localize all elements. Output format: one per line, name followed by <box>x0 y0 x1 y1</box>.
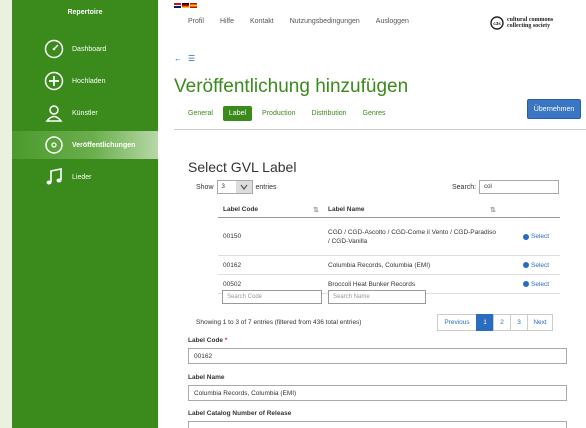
search-input[interactable]: col <box>479 180 560 194</box>
logo-line2: collecting society <box>507 23 551 29</box>
tab-label[interactable]: Label <box>222 106 253 121</box>
tab-bar: General Label Production Distribution Ge… <box>182 106 396 121</box>
divider <box>174 129 586 130</box>
cell-code: 00150 <box>223 233 242 240</box>
plus-circle-icon <box>44 71 64 91</box>
flag-es-icon[interactable] <box>190 3 197 8</box>
list-icon[interactable]: ☰ <box>188 54 195 63</box>
select-link[interactable]: Select <box>523 281 549 288</box>
nav-logout-link[interactable]: Ausloggen <box>376 18 409 25</box>
pager-page-3[interactable]: 3 <box>510 314 528 331</box>
cell-code: 00502 <box>223 280 242 288</box>
label-name-input[interactable]: Columbia Records, Columbia (EMI) <box>188 385 567 401</box>
back-toolbar: ← ☰ <box>174 54 195 63</box>
column-header-name[interactable]: Label Name <box>328 205 498 214</box>
page-title: Veröffentlichung hinzufügen <box>174 76 409 97</box>
sidebar-title: Repertoire <box>67 9 103 16</box>
show-entries: Show 3 entries <box>196 180 277 194</box>
table-row[interactable]: 00150 CGD / CGD-Ascolto / CGD-Come il Ve… <box>218 218 560 256</box>
nav-profile-link[interactable]: Profil <box>188 18 204 25</box>
search-label: Search: <box>452 183 477 191</box>
nav-contact-link[interactable]: Kontakt <box>250 18 274 25</box>
pagination: Previous 1 2 3 Next <box>437 314 553 331</box>
cell-name: Columbia Records, Columbia (EMI) <box>328 261 431 269</box>
catalog-number-label: Label Catalog Number of Release <box>188 410 292 417</box>
sidebar-item-upload[interactable]: Hochladen <box>12 67 158 95</box>
search-code-input[interactable]: Search Code <box>222 290 322 304</box>
tab-distribution[interactable]: Distribution <box>306 106 353 121</box>
back-arrow-icon[interactable]: ← <box>174 54 182 63</box>
tab-production[interactable]: Production <box>256 106 301 121</box>
label-code-input[interactable]: 00162 <box>188 348 567 364</box>
table-row[interactable]: 00162 Columbia Records, Columbia (EMI) S… <box>218 256 560 275</box>
pager-previous[interactable]: Previous <box>437 314 477 331</box>
sort-icon[interactable]: ⇅ <box>313 206 319 214</box>
logo: c3s cultural commons collecting society <box>490 16 553 30</box>
entries-label: entries <box>255 183 277 191</box>
section-title: Select GVL Label <box>188 159 297 175</box>
chevron-down-icon <box>235 181 252 193</box>
cell-code: 00162 <box>223 261 242 269</box>
language-switcher <box>174 3 197 8</box>
sort-icon[interactable]: ⇅ <box>490 206 496 214</box>
disc-icon <box>44 135 64 155</box>
select-link[interactable]: Select <box>523 233 549 240</box>
c3s-logo-icon: c3s <box>490 16 504 30</box>
select-icon <box>523 233 529 240</box>
tab-general[interactable]: General <box>182 106 219 121</box>
flag-en-icon[interactable] <box>174 3 181 8</box>
save-button[interactable]: Übernehmen <box>527 99 581 119</box>
select-icon <box>523 262 529 268</box>
sidebar-item-label: Veröffentlichungen <box>72 141 136 149</box>
cell-name: CGD / CGD-Ascolto / CGD-Come il Vento / … <box>328 228 496 245</box>
sidebar: Repertoire Dashboard Hochladen Künstler … <box>12 0 158 428</box>
sidebar-item-label: Hochladen <box>72 77 106 85</box>
cell-name: Broccoli Heat Bunker Records <box>328 280 416 288</box>
flag-de-icon[interactable] <box>182 3 189 8</box>
catalog-number-input[interactable] <box>188 421 567 428</box>
show-label: Show <box>196 183 214 191</box>
table-search: Search: col <box>452 180 560 194</box>
pager-next[interactable]: Next <box>527 314 553 331</box>
required-mark: * <box>224 337 228 344</box>
entries-value: 3 <box>221 184 225 190</box>
nav-help-link[interactable]: Hilfe <box>220 18 234 25</box>
column-header-code[interactable]: Label Code <box>223 206 258 213</box>
pager-page-2[interactable]: 2 <box>493 314 511 331</box>
label-name-label: Label Name <box>188 374 225 381</box>
user-icon <box>44 103 64 123</box>
music-note-icon <box>44 167 64 187</box>
label-table: Label Code ⇅ Label Name ⇅ 00150 CGD / CG… <box>218 202 560 294</box>
sidebar-item-artists[interactable]: Künstler <box>12 99 158 127</box>
sidebar-item-songs[interactable]: Lieder <box>12 163 158 191</box>
pager-page-1[interactable]: 1 <box>476 314 494 331</box>
sidebar-item-dashboard[interactable]: Dashboard <box>12 35 158 63</box>
select-link[interactable]: Select <box>523 262 549 269</box>
sidebar-item-label: Dashboard <box>72 45 107 53</box>
sidebar-item-label: Künstler <box>72 109 98 117</box>
nav-terms-link[interactable]: Nutzungsbedingungen <box>290 18 360 25</box>
table-info: Showing 1 to 3 of 7 entries (filtered fr… <box>196 319 362 326</box>
entries-select[interactable]: 3 <box>216 180 253 194</box>
top-nav: Profil Hilfe Kontakt Nutzungsbedingungen… <box>188 18 409 25</box>
label-code-label: Label Code * <box>188 337 228 344</box>
tab-genres[interactable]: Genres <box>357 106 392 121</box>
search-name-input[interactable]: Search Name <box>328 290 426 304</box>
sidebar-item-label: Lieder <box>72 173 92 181</box>
table-header: Label Code ⇅ Label Name ⇅ <box>218 202 560 218</box>
select-icon <box>523 281 529 287</box>
sidebar-item-releases[interactable]: Veröffentlichungen <box>12 131 158 159</box>
svg-text:c3s: c3s <box>493 21 501 26</box>
dashboard-icon <box>44 39 64 59</box>
left-strip <box>0 0 12 428</box>
